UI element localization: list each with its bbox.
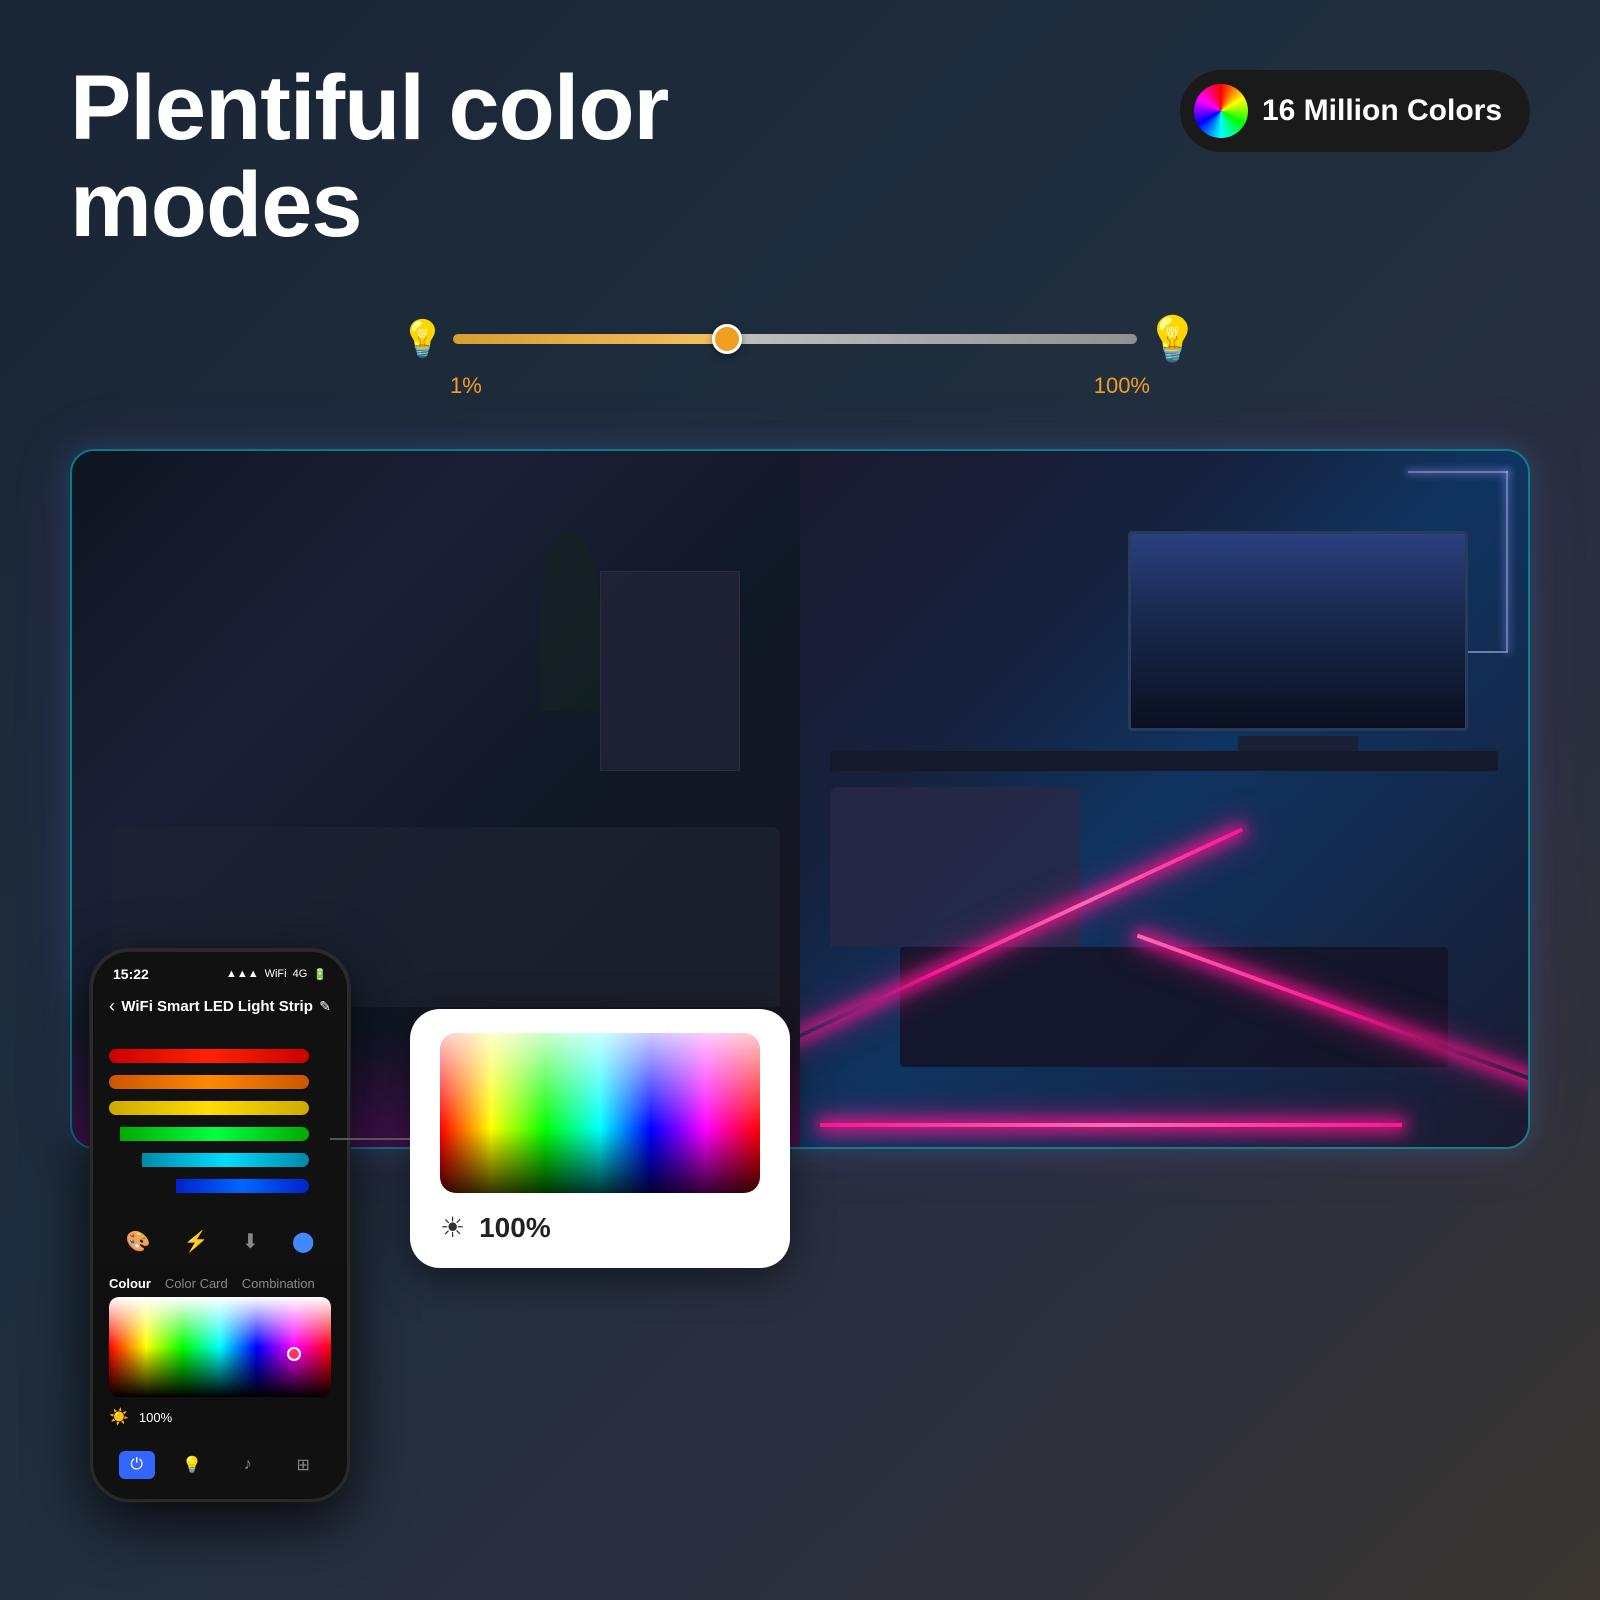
bottom-section: 15:22 ▲▲▲ WiFi 4G 🔋 ‹ WiFi Smart LED Lig… <box>70 949 1530 1502</box>
wifi-icon: WiFi <box>265 968 287 980</box>
phone-app-header: ‹ WiFi Smart LED Light Strip ✎ <box>93 990 347 1029</box>
color-spectrum-small[interactable] <box>109 1297 331 1397</box>
brightness-icon-large: ☀ <box>440 1211 465 1244</box>
strip-orange <box>109 1075 309 1089</box>
tab-combination[interactable]: Combination <box>242 1276 315 1291</box>
battery-icon: 🔋 <box>313 968 327 981</box>
signal-icon: ▲▲▲ <box>226 968 259 980</box>
main-title: Plentiful color modes <box>70 60 820 253</box>
header-row: Plentiful color modes 16 Million Colors <box>70 60 1530 253</box>
phone-mockup: 15:22 ▲▲▲ WiFi 4G 🔋 ‹ WiFi Smart LED Lig… <box>90 949 350 1502</box>
color-badge: 16 Million Colors <box>1180 70 1530 152</box>
color-wheel-icon <box>1194 84 1248 138</box>
bulb-icon-right: 💡 <box>1145 313 1200 365</box>
slider-track[interactable] <box>453 334 1137 344</box>
tv-screen <box>1128 531 1468 731</box>
lightning-icon[interactable]: ⚡ <box>184 1229 209 1254</box>
shelf-decoration <box>600 571 740 771</box>
phone-status-bar: 15:22 ▲▲▲ WiFi 4G 🔋 <box>93 952 347 990</box>
phone-app-title: WiFi Smart LED Light Strip <box>121 998 313 1015</box>
tv-table <box>830 751 1498 771</box>
edit-button[interactable]: ✎ <box>319 998 331 1015</box>
slider-labels: 1% 100% <box>450 373 1150 399</box>
grid-button[interactable]: ⊞ <box>285 1451 321 1479</box>
phone-controls: 🎨 ⚡ ⬇ ⬤ <box>93 1217 347 1266</box>
brightness-slider-section: 💡 💡 1% 100% <box>70 313 1530 399</box>
strip-yellow <box>109 1101 309 1115</box>
slider-label-max: 100% <box>1094 373 1150 399</box>
bulb-button[interactable]: 💡 <box>174 1451 210 1479</box>
circle-icon[interactable]: ⬤ <box>292 1229 314 1254</box>
slider-label-min: 1% <box>450 373 482 399</box>
phone-time: 15:22 <box>113 966 149 982</box>
phone-status-icons: ▲▲▲ WiFi 4G 🔋 <box>226 968 327 981</box>
brightness-label-large: 100% <box>479 1212 551 1244</box>
phone-bottom-nav: ⏻ 💡 ♪ ⊞ <box>93 1439 347 1499</box>
color-spectrum-large[interactable] <box>440 1033 760 1193</box>
slider-thumb[interactable] <box>712 324 742 354</box>
strip-red <box>109 1049 309 1063</box>
plant-decoration <box>540 531 600 711</box>
brightness-row-small: ☀️ 100% <box>109 1407 331 1427</box>
strip-cyan <box>142 1153 309 1167</box>
slider-track-wrapper: 💡 💡 <box>400 313 1200 365</box>
bulb-icon-left: 💡 <box>400 318 445 360</box>
light-strip-preview <box>93 1029 347 1217</box>
strip-blue <box>176 1179 309 1193</box>
power-button[interactable]: ⏻ <box>119 1451 155 1479</box>
tv-stand <box>1238 736 1358 752</box>
tv-cityscape <box>1131 534 1465 728</box>
palette-icon[interactable]: 🎨 <box>126 1229 151 1254</box>
phone-tabs: Colour Color Card Combination <box>93 1266 347 1297</box>
badge-text: 16 Million Colors <box>1262 94 1502 128</box>
slider-container: 💡 💡 1% 100% <box>400 313 1200 399</box>
wall-line-horizontal <box>1408 471 1508 473</box>
page-wrapper: Plentiful color modes 16 Million Colors … <box>0 0 1600 1600</box>
download-icon[interactable]: ⬇ <box>242 1229 259 1254</box>
color-picker-dot[interactable] <box>287 1347 301 1361</box>
color-picker-expanded: ☀ 100% <box>410 1009 790 1268</box>
phone-color-picker: ☀️ 100% <box>93 1297 347 1439</box>
music-button[interactable]: ♪ <box>230 1451 266 1479</box>
tab-colour[interactable]: Colour <box>109 1276 151 1291</box>
network-label: 4G <box>293 968 308 980</box>
brightness-icon-small: ☀️ <box>109 1407 129 1427</box>
brightness-value-small: 100% <box>139 1410 172 1425</box>
back-button[interactable]: ‹ <box>109 996 115 1017</box>
wall-line-vertical <box>1506 471 1508 651</box>
strip-green <box>120 1127 309 1141</box>
tab-color-card[interactable]: Color Card <box>165 1276 228 1291</box>
brightness-row-expanded: ☀ 100% <box>440 1211 760 1244</box>
